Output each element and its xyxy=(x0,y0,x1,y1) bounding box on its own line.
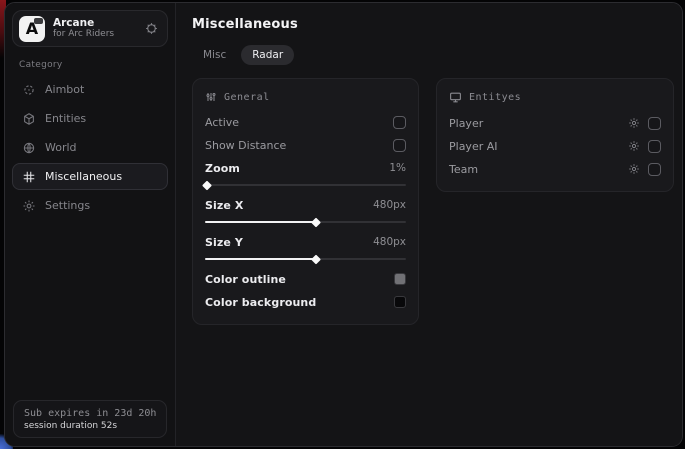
brand-logo-letter: A xyxy=(26,19,38,38)
color-outline-row: Color outline xyxy=(205,268,406,290)
session-duration: session duration 52s xyxy=(24,421,156,431)
subscription-expiry: Sub expires in 23d 20h xyxy=(24,408,156,419)
gear-icon xyxy=(22,199,36,213)
grid-hash-icon xyxy=(22,170,36,184)
size-x-row: Size X 480px xyxy=(205,194,406,216)
category-label: Category xyxy=(19,60,175,70)
subscription-box: Sub expires in 23d 20h session duration … xyxy=(13,400,167,438)
gear-icon[interactable] xyxy=(145,22,158,35)
brand-card: A Arcane for Arc Riders xyxy=(12,10,168,47)
zoom-label: Zoom xyxy=(205,162,240,175)
entities-panel: Entityes Player P xyxy=(436,78,674,192)
general-panel: General Active Show Distance Zoom 1% xyxy=(192,78,419,325)
player-label: Player xyxy=(449,117,483,130)
player-ai-controls xyxy=(628,140,661,153)
active-label: Active xyxy=(205,116,239,129)
sidebar-item-label: Miscellaneous xyxy=(45,170,122,183)
player-row: Player xyxy=(449,112,661,134)
slider-track xyxy=(205,184,406,186)
brand-logo: A xyxy=(19,16,45,42)
show-distance-row: Show Distance xyxy=(205,134,406,156)
sidebar-item-label: Settings xyxy=(45,199,90,212)
sidebar-item-settings[interactable]: Settings xyxy=(12,192,168,219)
sidebar-item-label: Aimbot xyxy=(45,83,84,96)
size-y-value: 480px xyxy=(373,236,406,248)
sidebar-item-world[interactable]: World xyxy=(12,134,168,161)
player-ai-checkbox[interactable] xyxy=(648,140,661,153)
slider-thumb[interactable] xyxy=(311,217,321,227)
tab-radar[interactable]: Radar xyxy=(241,45,294,65)
slider-fill xyxy=(205,258,316,260)
team-controls xyxy=(628,163,661,176)
color-background-swatch[interactable] xyxy=(394,296,406,308)
brand-text: Arcane for Arc Riders xyxy=(53,17,137,39)
page-title: Miscellaneous xyxy=(192,17,674,32)
game-screen: { "brand": { "logo_letter": "A", "name":… xyxy=(0,0,685,449)
sidebar-item-miscellaneous[interactable]: Miscellaneous xyxy=(12,163,168,190)
crosshair-icon xyxy=(22,83,36,97)
arcane-window: A Arcane for Arc Riders Category xyxy=(4,2,683,447)
entities-panel-header: Entityes xyxy=(449,91,661,104)
size-x-label: Size X xyxy=(205,199,243,212)
team-label: Team xyxy=(449,163,478,176)
size-x-slider[interactable] xyxy=(205,217,406,227)
zoom-row: Zoom 1% xyxy=(205,157,406,179)
sidebar-item-label: World xyxy=(45,141,77,154)
panel-row: General Active Show Distance Zoom 1% xyxy=(192,78,674,325)
monitor-icon xyxy=(449,91,462,104)
globe-icon xyxy=(22,141,36,155)
size-y-row: Size Y 480px xyxy=(205,231,406,253)
team-checkbox[interactable] xyxy=(648,163,661,176)
show-distance-label: Show Distance xyxy=(205,139,286,152)
slider-fill xyxy=(205,221,316,223)
entities-cube-icon xyxy=(22,112,36,126)
sidebar-item-entities[interactable]: Entities xyxy=(12,105,168,132)
main-content: Miscellaneous Misc Radar General xyxy=(176,3,683,446)
show-distance-checkbox[interactable] xyxy=(393,139,406,152)
team-row: Team xyxy=(449,158,661,180)
size-y-slider[interactable] xyxy=(205,254,406,264)
general-panel-title: General xyxy=(224,92,270,103)
slider-thumb[interactable] xyxy=(202,180,212,190)
sidebar-item-label: Entities xyxy=(45,112,86,125)
brand-title: Arcane xyxy=(53,17,137,29)
sidebar-item-aimbot[interactable]: Aimbot xyxy=(12,76,168,103)
zoom-value: 1% xyxy=(389,162,406,174)
sliders-icon xyxy=(205,91,217,103)
player-ai-label: Player AI xyxy=(449,140,498,153)
player-checkbox[interactable] xyxy=(648,117,661,130)
slider-thumb[interactable] xyxy=(311,254,321,264)
player-ai-row: Player AI xyxy=(449,135,661,157)
color-outline-label: Color outline xyxy=(205,273,286,286)
tab-bar: Misc Radar xyxy=(192,45,674,65)
color-background-label: Color background xyxy=(205,296,316,309)
brand-subtitle: for Arc Riders xyxy=(53,29,137,39)
size-x-value: 480px xyxy=(373,199,406,211)
color-background-row: Color background xyxy=(205,291,406,313)
tab-misc[interactable]: Misc xyxy=(192,45,237,65)
color-outline-swatch[interactable] xyxy=(394,273,406,285)
zoom-slider[interactable] xyxy=(205,180,406,190)
gear-icon[interactable] xyxy=(628,163,640,175)
gear-icon[interactable] xyxy=(628,140,640,152)
sidebar-nav: Aimbot Entities World xyxy=(5,74,175,221)
size-y-label: Size Y xyxy=(205,236,243,249)
gear-icon[interactable] xyxy=(628,117,640,129)
entities-panel-title: Entityes xyxy=(469,92,521,103)
active-checkbox[interactable] xyxy=(393,116,406,129)
sidebar: A Arcane for Arc Riders Category xyxy=(5,3,176,446)
player-controls xyxy=(628,117,661,130)
general-panel-header: General xyxy=(205,91,406,103)
active-row: Active xyxy=(205,111,406,133)
